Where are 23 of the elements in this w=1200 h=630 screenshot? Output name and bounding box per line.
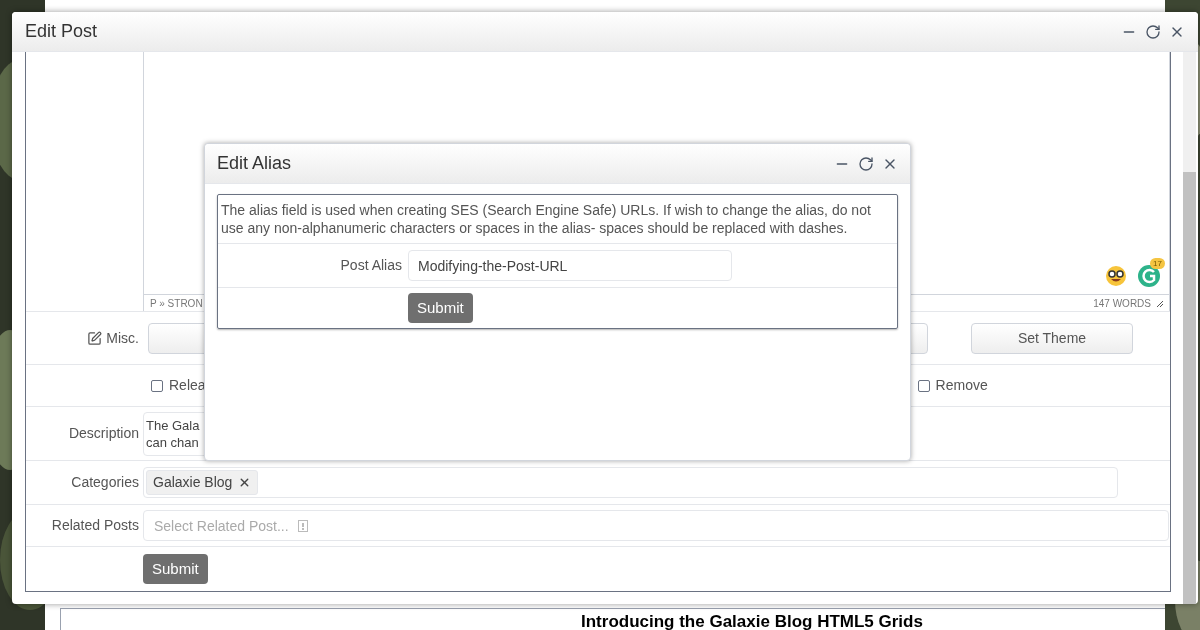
description-text: The Gala [146,416,201,434]
element-path: P » STRON [150,296,203,311]
window-title: Edit Post [25,20,98,43]
category-tag[interactable]: Galaxie Blog [146,470,259,495]
post-alias-field[interactable]: Modifying-the-Post-URL [408,250,732,281]
set-theme-button[interactable]: Set Theme [971,322,1133,354]
related-posts-field[interactable]: Select Related Post... [143,510,1169,541]
field-label: Related Posts [51,516,139,535]
description-text: can chan [146,433,200,451]
checkbox-label: Remove [935,376,988,395]
post-heading: Introducing the Galaxie Blog HTML5 Grids [581,612,923,630]
word-count: 147 WORDS [1093,296,1151,311]
submit-button[interactable]: Submit [408,293,473,323]
field-label: Misc. [106,328,139,348]
categories-field[interactable]: Galaxie Blog [143,467,1118,498]
field-label: Description [68,424,139,443]
submit-button[interactable]: Submit [143,554,208,584]
field-label: Categories [71,473,139,492]
help-text: The alias field is used when creating SES (Search Engine Safe) URLs. If wish to change the alias, do not use any non-alphanumeric characters or spaces in the alias- spaces should be replaced with dashes. [218,195,897,244]
window-title: Edit Alias [217,152,292,175]
checkbox-label: Relea [169,376,206,395]
notification-badge: 17 [1150,258,1165,269]
field-label: Post Alias [340,256,402,275]
